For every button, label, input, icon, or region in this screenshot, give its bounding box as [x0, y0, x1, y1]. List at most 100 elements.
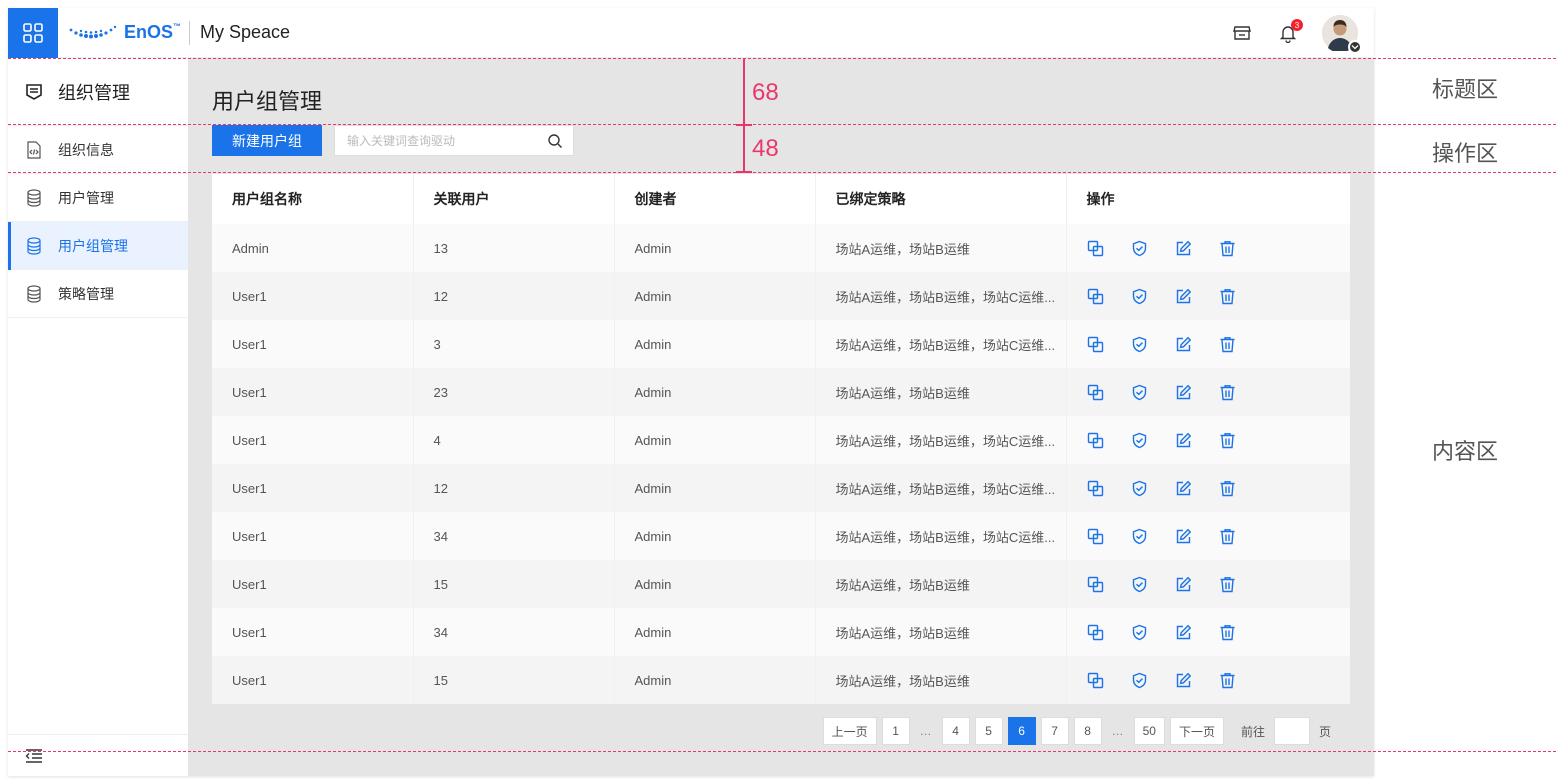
sidebar-collapse-button[interactable] — [8, 734, 188, 776]
cell-creator: Admin — [614, 464, 816, 512]
edit-icon[interactable] — [1175, 287, 1193, 305]
page-button[interactable]: 5 — [974, 717, 1003, 745]
search-input[interactable] — [347, 133, 547, 148]
delete-icon[interactable] — [1219, 383, 1237, 401]
page-title: 用户组管理 — [212, 89, 323, 114]
cell-creator: Admin — [614, 368, 816, 416]
table-row[interactable]: User1 34 Admin 场站A运维，场站B运维，场站C运维... — [212, 512, 1350, 560]
cell-group-name: User1 — [212, 608, 414, 656]
table-row[interactable]: Admin 13 Admin 场站A运维，场站B运维 — [212, 224, 1350, 272]
edit-icon[interactable] — [1175, 431, 1193, 449]
table-row[interactable]: User1 15 Admin 场站A运维，场站B运维 — [212, 656, 1350, 704]
copy-icon[interactable] — [1087, 623, 1105, 641]
page-ellipsis[interactable]: … — [1107, 724, 1129, 738]
table-row[interactable]: User1 12 Admin 场站A运维，场站B运维，场站C运维... — [212, 272, 1350, 320]
copy-icon[interactable] — [1087, 383, 1105, 401]
top-bar: EnOS™ My Speace 3 — [8, 8, 1374, 58]
prev-page-button[interactable]: 上一页 — [822, 717, 877, 745]
column-header-group-name[interactable]: 用户组名称 — [212, 174, 414, 224]
cell-users: 13 — [413, 224, 615, 272]
delete-icon[interactable] — [1219, 623, 1237, 641]
page-button[interactable]: 1 — [881, 717, 910, 745]
copy-icon[interactable] — [1087, 335, 1105, 353]
table-row[interactable]: User1 4 Admin 场站A运维，场站B运维，场站C运维... — [212, 416, 1350, 464]
sidebar-item-policies[interactable]: 策略管理 — [8, 270, 188, 318]
avatar[interactable] — [1322, 15, 1362, 54]
shield-check-icon[interactable] — [1131, 383, 1149, 401]
cell-creator: Admin — [614, 272, 816, 320]
shield-check-icon[interactable] — [1131, 287, 1149, 305]
new-user-group-button[interactable]: 新建用户组 — [212, 125, 322, 156]
delete-icon[interactable] — [1219, 239, 1237, 257]
page-button[interactable]: 8 — [1073, 717, 1102, 745]
sidebar-item-user-groups[interactable]: 用户组管理 — [8, 222, 188, 270]
cell-actions — [1066, 272, 1350, 320]
delete-icon[interactable] — [1219, 671, 1237, 689]
delete-icon[interactable] — [1219, 527, 1237, 545]
copy-icon[interactable] — [1087, 431, 1105, 449]
shield-check-icon[interactable] — [1131, 527, 1149, 545]
edit-icon[interactable] — [1175, 575, 1193, 593]
edit-icon[interactable] — [1175, 383, 1193, 401]
cell-policies: 场站A运维，场站B运维 — [815, 656, 1067, 704]
search-icon[interactable] — [547, 133, 563, 149]
brand-logo[interactable]: EnOS™ — [68, 8, 181, 58]
shield-check-icon[interactable] — [1131, 575, 1149, 593]
cell-users: 3 — [413, 320, 615, 368]
copy-icon[interactable] — [1087, 479, 1105, 497]
column-header-policies[interactable]: 已绑定策略 — [815, 174, 1067, 224]
delete-icon[interactable] — [1219, 479, 1237, 497]
edit-icon[interactable] — [1175, 671, 1193, 689]
page-button-current[interactable]: 6 — [1007, 717, 1036, 745]
edit-icon[interactable] — [1175, 527, 1193, 545]
workspace-name[interactable]: My Speace — [200, 22, 290, 43]
table-row[interactable]: User1 23 Admin 场站A运维，场站B运维 — [212, 368, 1350, 416]
table-row[interactable]: User1 3 Admin 场站A运维，场站B运维，场站C运维... — [212, 320, 1350, 368]
organization-icon — [26, 83, 42, 100]
page-button[interactable]: 50 — [1133, 717, 1165, 745]
cell-users: 15 — [413, 560, 615, 608]
column-header-creator[interactable]: 创建者 — [614, 174, 816, 224]
delete-icon[interactable] — [1219, 575, 1237, 593]
sidebar-item-users[interactable]: 用户管理 — [8, 174, 188, 222]
table-row[interactable]: User1 12 Admin 场站A运维，场站B运维，场站C运维... — [212, 464, 1350, 512]
page-button[interactable]: 4 — [941, 717, 970, 745]
edit-icon[interactable] — [1175, 479, 1193, 497]
delete-icon[interactable] — [1219, 335, 1237, 353]
top-right-actions: 3 — [1230, 8, 1362, 58]
store-button[interactable] — [1230, 21, 1254, 45]
database-icon — [27, 284, 41, 303]
notification-button[interactable]: 3 — [1276, 19, 1303, 45]
action-height-label: 48 — [752, 135, 779, 162]
table-row[interactable]: User1 34 Admin 场站A运维，场站B运维 — [212, 608, 1350, 656]
sidebar-item-label: 用户组管理 — [58, 237, 128, 254]
shield-check-icon[interactable] — [1131, 671, 1149, 689]
cell-policies: 场站A运维，场站B运维，场站C运维... — [815, 416, 1067, 464]
edit-icon[interactable] — [1175, 335, 1193, 353]
cell-actions — [1066, 416, 1350, 464]
copy-icon[interactable] — [1087, 287, 1105, 305]
edit-icon[interactable] — [1175, 623, 1193, 641]
cell-group-name: User1 — [212, 464, 414, 512]
next-page-button[interactable]: 下一页 — [1169, 717, 1224, 745]
delete-icon[interactable] — [1219, 287, 1237, 305]
page-ellipsis[interactable]: … — [915, 724, 937, 738]
column-header-users[interactable]: 关联用户 — [413, 174, 615, 224]
copy-icon[interactable] — [1087, 671, 1105, 689]
copy-icon[interactable] — [1087, 527, 1105, 545]
app-switcher-button[interactable] — [8, 8, 58, 58]
table-row[interactable]: User1 15 Admin 场站A运维，场站B运维 — [212, 560, 1350, 608]
sidebar-item-org-info[interactable]: 组织信息 — [8, 126, 188, 174]
shield-check-icon[interactable] — [1131, 239, 1149, 257]
shield-check-icon[interactable] — [1131, 623, 1149, 641]
shield-check-icon[interactable] — [1131, 479, 1149, 497]
delete-icon[interactable] — [1219, 431, 1237, 449]
page-button[interactable]: 7 — [1040, 717, 1069, 745]
shield-check-icon[interactable] — [1131, 335, 1149, 353]
goto-page-input[interactable] — [1273, 717, 1310, 745]
shield-check-icon[interactable] — [1131, 431, 1149, 449]
copy-icon[interactable] — [1087, 239, 1105, 257]
copy-icon[interactable] — [1087, 575, 1105, 593]
edit-icon[interactable] — [1175, 239, 1193, 257]
sidebar-title: 组织管理 — [8, 58, 188, 126]
